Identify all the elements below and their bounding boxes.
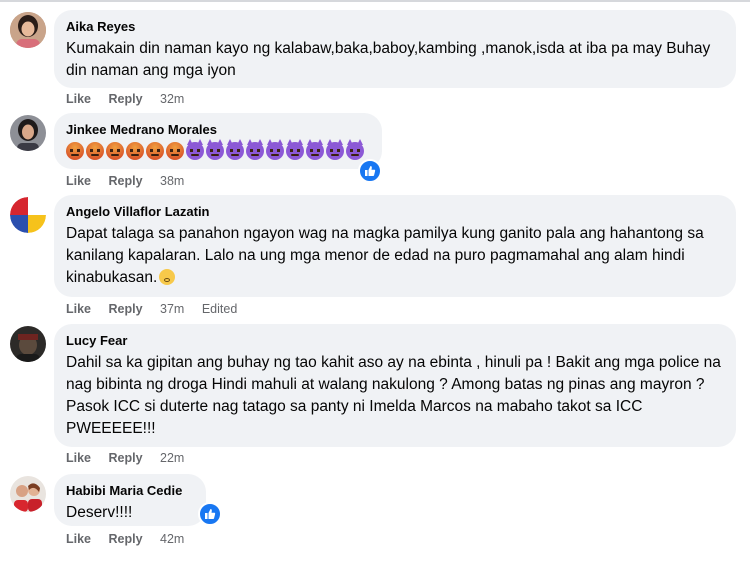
comment-bubble: Lucy Fear Dahil sa ka gipitan ang buhay …	[54, 324, 736, 447]
comment-aika-reyes: Aika Reyes Kumakain din naman kayo ng ka…	[8, 10, 743, 110]
comment-actions: Like Reply 42m	[66, 532, 198, 546]
like-link[interactable]: Like	[66, 92, 91, 106]
reply-link[interactable]: Reply	[109, 451, 143, 465]
reply-link[interactable]: Reply	[109, 92, 143, 106]
avatar[interactable]	[10, 12, 46, 48]
thumbs-up-icon	[365, 166, 376, 176]
timestamp[interactable]: 32m	[160, 92, 184, 106]
devil-emoji-icon	[266, 139, 284, 160]
comment-actions: Like Reply 22m	[66, 451, 198, 465]
thumbs-up-icon	[205, 509, 216, 519]
reply-link[interactable]: Reply	[109, 302, 143, 316]
comment-text: Deserv!!!!	[66, 504, 133, 521]
devil-emoji-icon	[346, 139, 364, 160]
top-divider	[0, 0, 750, 2]
comment-actions: Like Reply 37m Edited	[66, 302, 251, 316]
angry-emoji-icon	[126, 142, 144, 160]
like-link[interactable]: Like	[66, 302, 91, 316]
comment-lucy-fear: Lucy Fear Dahil sa ka gipitan ang buhay …	[8, 324, 743, 470]
angry-emoji-icon	[146, 142, 164, 160]
sad-emoji-icon	[159, 269, 176, 285]
devil-emoji-icon	[306, 139, 324, 160]
avatar[interactable]	[10, 197, 46, 233]
devil-emoji-icon	[246, 139, 264, 160]
angry-emoji-icon	[106, 142, 124, 160]
avatar[interactable]	[10, 115, 46, 151]
comment-jinkee-medrano-morales: Jinkee Medrano Morales Like Reply 38m	[8, 113, 743, 193]
angry-emoji-icon	[166, 142, 184, 160]
comment-bubble: Habibi Maria Cedie Deserv!!!!	[54, 474, 206, 526]
avatar[interactable]	[10, 326, 46, 362]
devil-emoji-icon	[326, 139, 344, 160]
timestamp[interactable]: 37m	[160, 302, 184, 316]
like-link[interactable]: Like	[66, 532, 91, 546]
comment-text: Dahil sa ka gipitan ang buhay ng tao kah…	[66, 354, 721, 437]
devil-emoji-icon	[206, 139, 224, 160]
reply-link[interactable]: Reply	[109, 174, 143, 188]
avatar-photo-icon	[10, 12, 46, 48]
comment-actions: Like Reply 32m	[66, 92, 198, 106]
devil-emoji-icon	[226, 139, 244, 160]
reply-link[interactable]: Reply	[109, 532, 143, 546]
comment-text: Dapat talaga sa panahon ngayon wag na ma…	[66, 223, 724, 289]
timestamp[interactable]: 42m	[160, 532, 184, 546]
devil-emoji-icon	[286, 139, 304, 160]
comment-text: Kumakain din naman kayo ng kalabaw,baka,…	[66, 40, 711, 79]
comment-author[interactable]: Lucy Fear	[66, 332, 724, 349]
comment-author[interactable]: Angelo Villaflor Lazatin	[66, 203, 724, 220]
comment-bubble: Jinkee Medrano Morales	[54, 113, 382, 169]
emoji-row	[66, 139, 370, 160]
edited-label: Edited	[201, 302, 238, 316]
avatar-photo-icon	[10, 326, 46, 362]
like-reaction-badge[interactable]	[198, 502, 222, 526]
angry-emoji-icon	[86, 142, 104, 160]
angry-emoji-icon	[66, 142, 84, 160]
like-reaction-badge[interactable]	[358, 159, 382, 183]
avatar-photo-icon	[10, 115, 46, 151]
comment-bubble: Aika Reyes Kumakain din naman kayo ng ka…	[54, 10, 736, 88]
avatar[interactable]	[10, 476, 46, 512]
like-link[interactable]: Like	[66, 174, 91, 188]
comment-author[interactable]: Habibi Maria Cedie	[66, 482, 194, 499]
avatar-photo-icon	[10, 476, 46, 512]
devil-emoji-icon	[186, 139, 204, 160]
avatar-photo-icon	[10, 197, 46, 233]
comment-angelo-villaflor-lazatin: Angelo Villaflor Lazatin Dapat talaga sa…	[8, 195, 743, 320]
timestamp[interactable]: 22m	[160, 451, 184, 465]
timestamp[interactable]: 38m	[160, 174, 184, 188]
comment-author[interactable]: Aika Reyes	[66, 18, 724, 35]
comment-habibi-maria-cedie: Habibi Maria Cedie Deserv!!!! Like Reply…	[8, 474, 743, 554]
comment-actions: Like Reply 38m	[66, 174, 198, 188]
comment-bubble: Angelo Villaflor Lazatin Dapat talaga sa…	[54, 195, 736, 297]
like-link[interactable]: Like	[66, 451, 91, 465]
comment-author[interactable]: Jinkee Medrano Morales	[66, 121, 370, 138]
